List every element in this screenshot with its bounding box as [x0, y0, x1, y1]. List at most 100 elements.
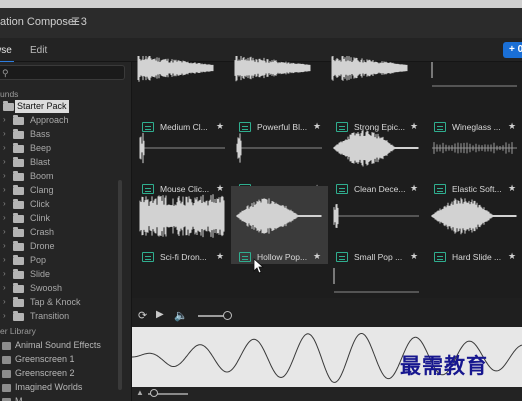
sound-waveform: [333, 204, 419, 228]
library-icon: [2, 342, 11, 350]
sidebar-item-label: Transition: [30, 311, 70, 321]
sidebar-item[interactable]: › Crash: [0, 226, 124, 240]
zoom-out-icon[interactable]: ▲: [136, 388, 144, 397]
chevron-right-icon[interactable]: ›: [3, 311, 6, 320]
chevron-right-icon[interactable]: ›: [3, 115, 6, 124]
library-item-label: Greenscreen 1: [15, 354, 75, 364]
sidebar-item-label: Bass: [30, 129, 51, 139]
audio-clip-icon[interactable]: [142, 252, 154, 262]
menu-icon[interactable]: ☰: [71, 17, 80, 28]
sidebar-item-label: Approach: [30, 115, 69, 125]
sound-waveform: [139, 132, 225, 164]
sidebar-section-library: er Library: [0, 326, 36, 336]
sidebar-item[interactable]: › Approach: [0, 114, 124, 128]
chevron-right-icon[interactable]: ›: [3, 129, 6, 138]
sound-tile[interactable]: Mouse Clic... ★: [134, 118, 231, 196]
chevron-right-icon[interactable]: ›: [3, 213, 6, 222]
audio-clip-icon[interactable]: [434, 252, 446, 262]
library-item[interactable]: M...: [0, 395, 124, 401]
favorite-star-icon[interactable]: ★: [410, 251, 418, 262]
sidebar-item-label: Slide: [30, 269, 51, 279]
sound-waveform: [333, 129, 419, 167]
sound-tile[interactable]: Glittering C...★: [231, 118, 328, 196]
library-item[interactable]: Greenscreen 2: [0, 367, 124, 381]
app-header: ation Composer 3 ☰: [0, 8, 522, 38]
sound-waveform: [139, 194, 225, 238]
chevron-right-icon[interactable]: ›: [3, 227, 6, 236]
play-icon[interactable]: ▶: [156, 309, 164, 320]
sidebar-item[interactable]: › Blast: [0, 156, 124, 170]
zoom-bar: ▲: [132, 387, 522, 401]
search-input[interactable]: ⚲: [0, 65, 125, 80]
library-icon: [2, 370, 11, 378]
sidebar-item[interactable]: › Slide: [0, 268, 124, 282]
folder-icon: [13, 227, 24, 237]
chevron-right-icon[interactable]: ›: [3, 199, 6, 208]
sidebar-item[interactable]: › Pop: [0, 254, 124, 268]
sidebar-item[interactable]: › Bass: [0, 128, 124, 142]
sidebar-item[interactable]: › Transition: [0, 310, 124, 324]
sound-tile[interactable]: Hollow Pop... ★: [231, 186, 328, 264]
chevron-right-icon[interactable]: ›: [3, 171, 6, 180]
volume-slider-handle[interactable]: [222, 311, 232, 320]
chevron-right-icon[interactable]: ›: [3, 269, 6, 278]
sidebar-item[interactable]: › Swoosh: [0, 282, 124, 296]
sidebar-item-label: Click: [30, 199, 50, 209]
sidebar-item[interactable]: › Drone: [0, 240, 124, 254]
sound-waveform: [431, 197, 517, 235]
sound-waveform: [234, 56, 311, 82]
sidebar-section-sounds: unds: [0, 89, 19, 99]
volume-icon[interactable]: 🔈: [174, 309, 188, 322]
audio-clip-icon[interactable]: [239, 252, 251, 262]
folder-icon: [13, 199, 24, 209]
sound-waveform: [137, 56, 214, 82]
sound-grid: Medium Cl... ★ Powerful Bl... ★ Strong Epic.…: [132, 56, 522, 320]
sidebar-item-label: Beep: [30, 143, 52, 153]
sidebar-item-label: Pop: [30, 255, 47, 265]
system-title-bar: [0, 0, 522, 8]
sound-tile[interactable]: Elastic Soft... ★: [426, 118, 522, 196]
favorite-star-icon[interactable]: ★: [313, 251, 321, 262]
sidebar-item-label: Boom: [30, 171, 54, 181]
folder-icon: [13, 143, 24, 153]
chevron-right-icon[interactable]: ›: [3, 241, 6, 250]
folder-icon: [13, 171, 24, 181]
sidebar-item[interactable]: › Tap & Knock: [0, 296, 124, 310]
chevron-right-icon[interactable]: ›: [3, 157, 6, 166]
favorite-star-icon[interactable]: ★: [508, 251, 516, 262]
sound-tile[interactable]: Sci-fi Dron... ★: [134, 186, 231, 264]
chevron-right-icon[interactable]: ›: [3, 143, 6, 152]
sidebar-item[interactable]: › Clink: [0, 212, 124, 226]
tab-browse[interactable]: wse: [0, 45, 14, 63]
chevron-right-icon[interactable]: ›: [3, 185, 6, 194]
library-item[interactable]: Imagined Worlds: [0, 381, 124, 395]
loop-icon[interactable]: ⟳: [138, 309, 147, 322]
sidebar-scrollbar[interactable]: [118, 180, 122, 390]
sidebar-item[interactable]: › Boom: [0, 170, 124, 184]
sidebar-item[interactable]: Starter Pack: [0, 100, 124, 114]
tab-edit[interactable]: Edit: [30, 45, 47, 56]
library-item[interactable]: Animal Sound Effects: [0, 339, 124, 353]
library-icon: [2, 384, 11, 392]
audio-clip-icon[interactable]: [336, 252, 348, 262]
sound-tile[interactable]: Hard Slide ... ★: [426, 186, 522, 264]
sound-name: Small Pop ...: [354, 252, 403, 262]
chevron-right-icon[interactable]: ›: [3, 255, 6, 264]
library-item-label: Greenscreen 2: [15, 368, 75, 378]
sidebar-item[interactable]: › Click: [0, 198, 124, 212]
library-item-label: Animal Sound Effects: [15, 340, 101, 350]
sidebar-item-label: Clang: [30, 185, 54, 195]
sound-tile[interactable]: Small Pop ... ★: [328, 186, 425, 264]
sidebar-item-label: Drone: [30, 241, 55, 251]
sound-name: Sci-fi Dron...: [160, 252, 207, 262]
folder-icon: [13, 283, 24, 293]
zoom-slider-handle[interactable]: [150, 389, 158, 397]
sidebar-item[interactable]: › Beep: [0, 142, 124, 156]
favorite-star-icon[interactable]: ★: [216, 251, 224, 262]
chevron-right-icon[interactable]: ›: [3, 283, 6, 292]
sidebar-item[interactable]: › Clang: [0, 184, 124, 198]
sidebar-item-label: Tap & Knock: [30, 297, 81, 307]
library-item[interactable]: Greenscreen 1: [0, 353, 124, 367]
chevron-right-icon[interactable]: ›: [3, 297, 6, 306]
sound-tile[interactable]: Clean Dece... ★: [328, 118, 425, 196]
